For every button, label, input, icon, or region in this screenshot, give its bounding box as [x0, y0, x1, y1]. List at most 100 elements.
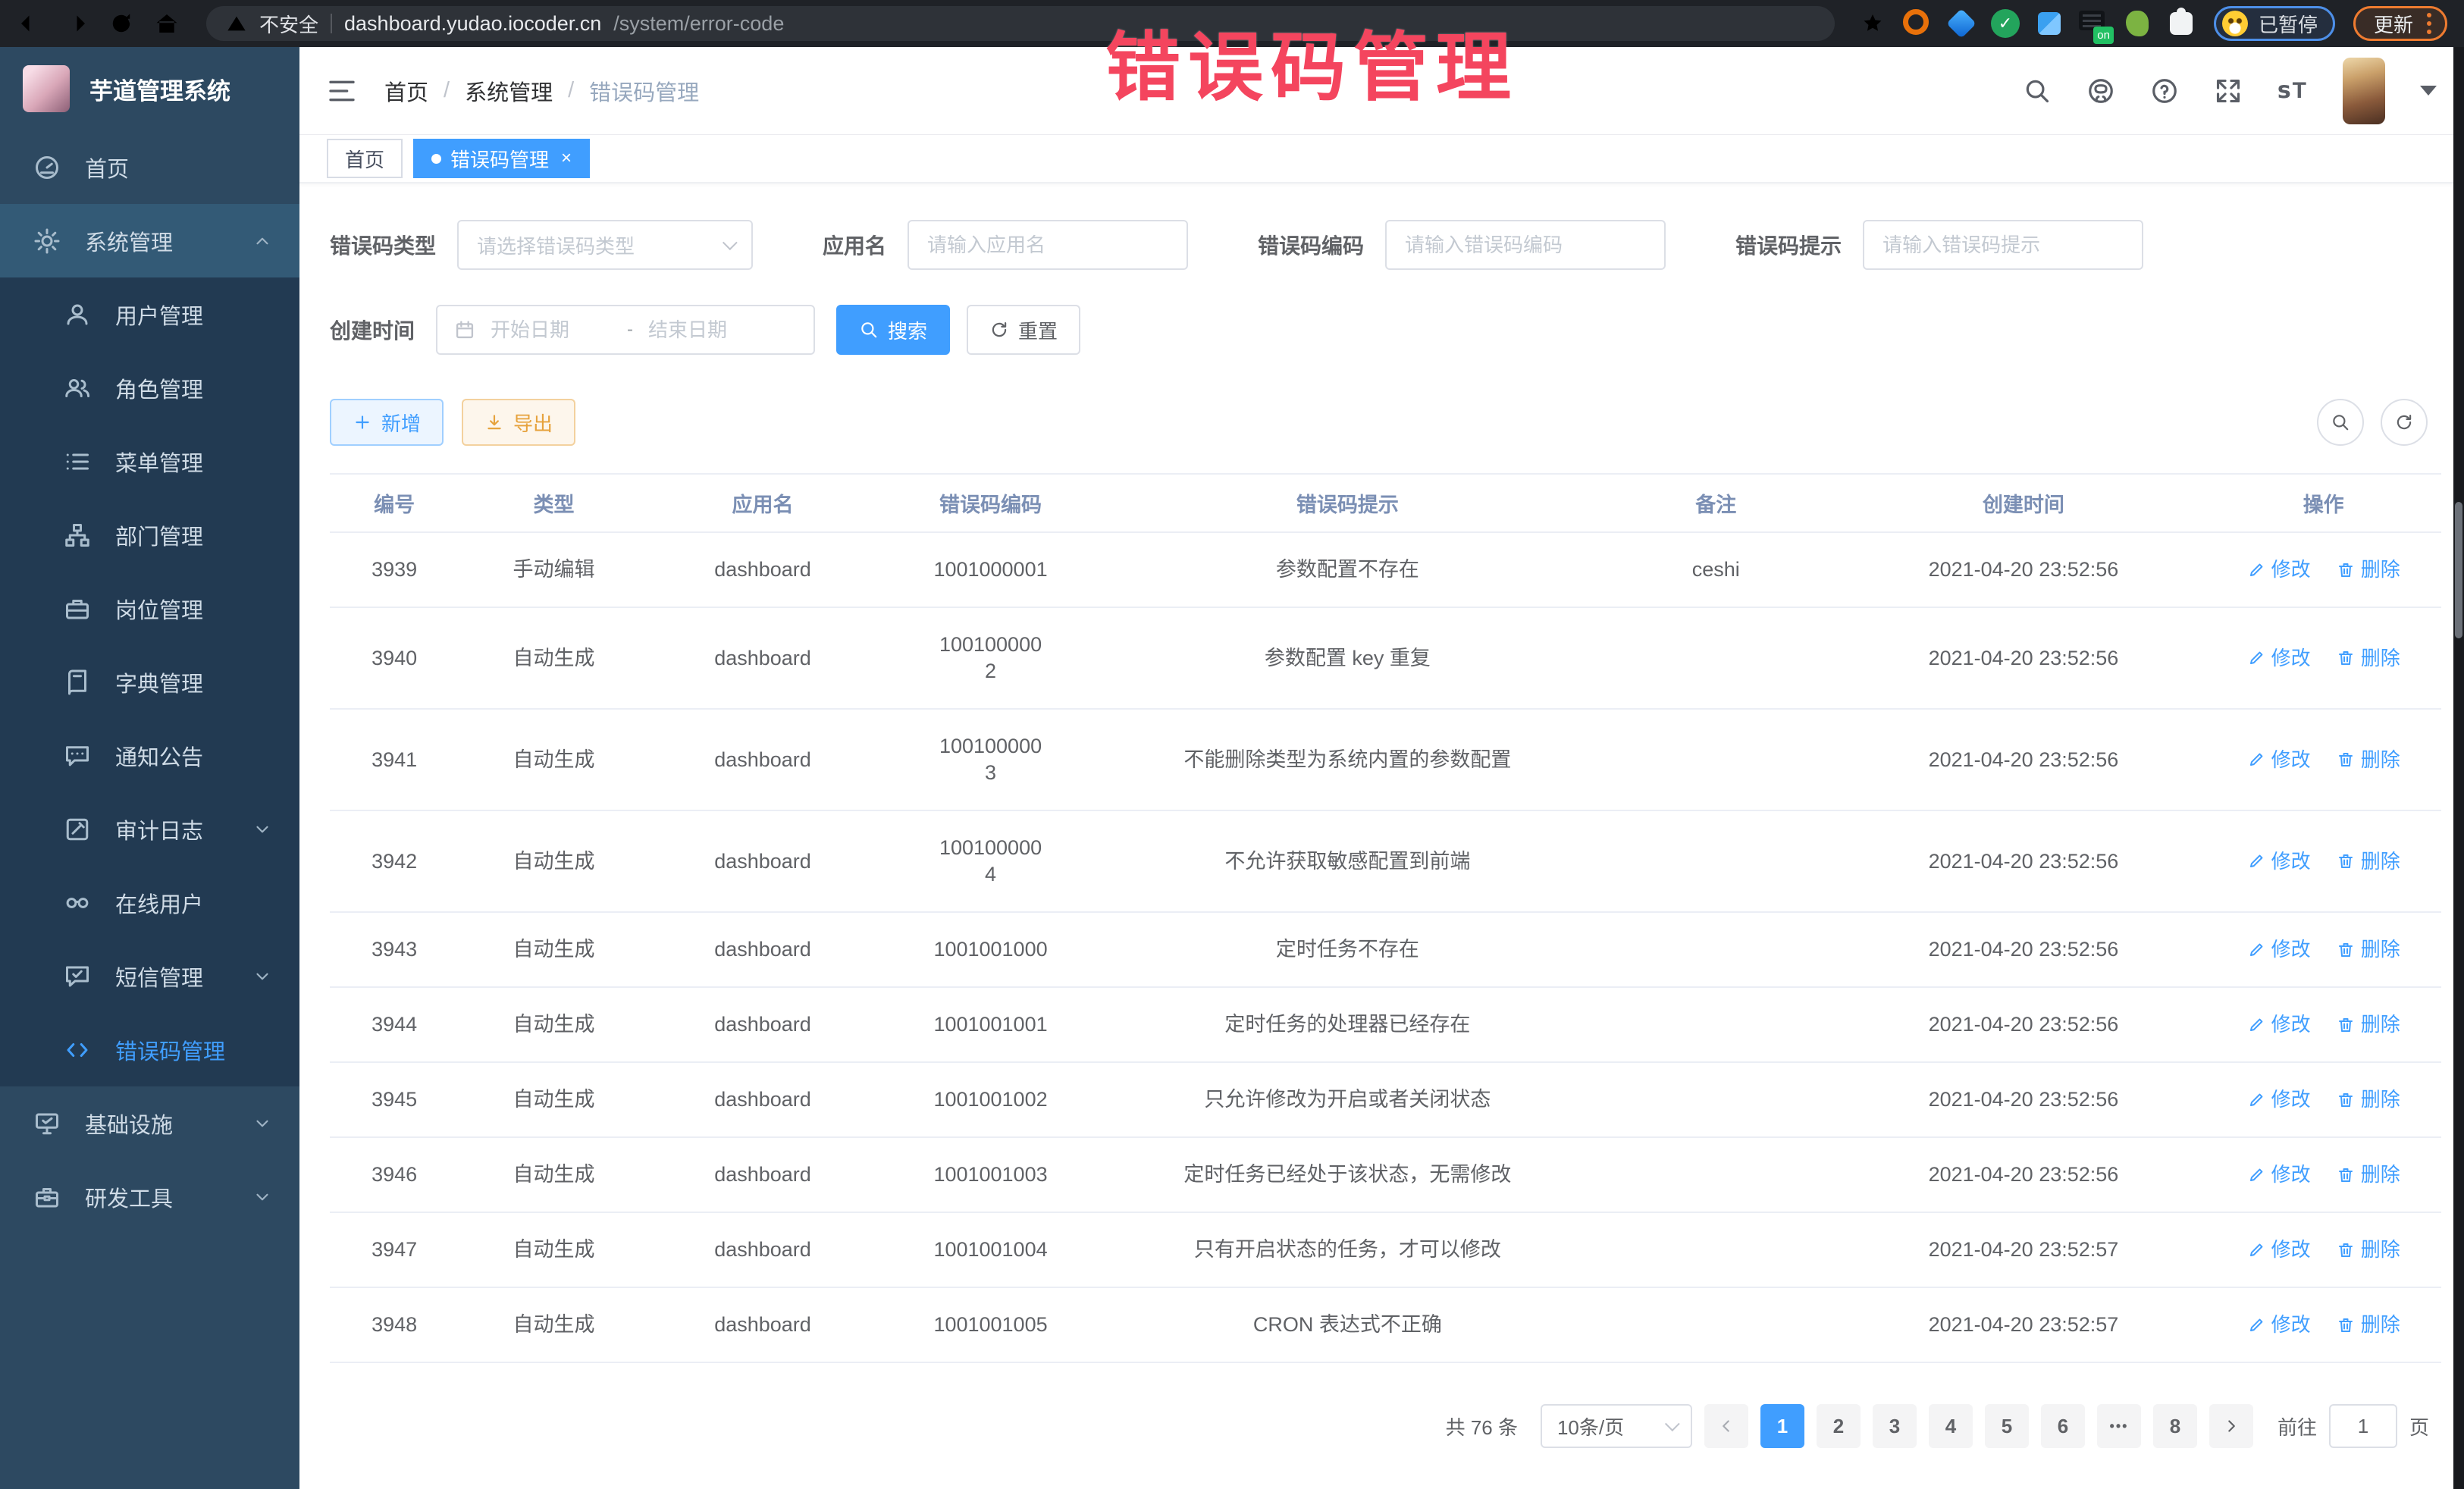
delete-link[interactable]: 删除	[2337, 1237, 2400, 1263]
browser-reload-icon[interactable]	[108, 10, 135, 37]
plus-icon	[353, 412, 372, 432]
page-button-2[interactable]: 2	[1817, 1404, 1861, 1448]
edit-link[interactable]: 修改	[2247, 556, 2311, 583]
hamburger-icon[interactable]	[327, 76, 357, 106]
github-icon[interactable]	[2086, 77, 2115, 105]
page-button-6[interactable]: 6	[2041, 1404, 2085, 1448]
delete-link[interactable]: 删除	[2337, 936, 2400, 963]
delete-link[interactable]: 删除	[2337, 848, 2400, 875]
next-page-button[interactable]	[2209, 1404, 2253, 1448]
reset-button[interactable]: 重置	[967, 305, 1080, 355]
edit-link[interactable]: 修改	[2247, 747, 2311, 773]
header-search-icon[interactable]	[2023, 77, 2052, 105]
sidebar-item-dict[interactable]: 字典管理	[0, 645, 299, 719]
scrollbar-thumb[interactable]	[2455, 502, 2462, 638]
edit-link[interactable]: 修改	[2247, 1237, 2311, 1263]
error-type-select[interactable]: 请选择错误码类型	[457, 220, 753, 270]
add-button[interactable]: 新增	[330, 399, 444, 446]
security-label[interactable]: 不安全	[259, 10, 318, 38]
extension-icon[interactable]	[2123, 9, 2152, 38]
breadcrumb-current: 错误码管理	[589, 75, 699, 107]
browser-back-icon[interactable]	[17, 10, 44, 37]
bookmark-star-icon[interactable]	[1861, 11, 1885, 36]
font-size-icon[interactable]: ꜱT	[2277, 77, 2308, 104]
page-button-3[interactable]: 3	[1873, 1404, 1917, 1448]
refresh-table-button[interactable]	[2381, 399, 2428, 446]
breadcrumb-home[interactable]: 首页	[384, 75, 428, 107]
edit-link[interactable]: 修改	[2247, 645, 2311, 672]
breadcrumb-system[interactable]: 系统管理	[465, 75, 553, 107]
browser-update-button[interactable]: 更新	[2353, 6, 2447, 41]
url-path[interactable]: /system/error-code	[613, 12, 784, 36]
delete-link[interactable]: 删除	[2337, 1086, 2400, 1113]
more-pages-icon[interactable]: •••	[2097, 1404, 2141, 1448]
sidebar-item-audit-log[interactable]: 审计日志	[0, 792, 299, 866]
avatar-dropdown-caret-icon[interactable]	[2420, 86, 2437, 96]
extension-icon[interactable]	[2167, 9, 2196, 38]
url-divider	[331, 14, 332, 33]
edit-link[interactable]: 修改	[2247, 848, 2311, 875]
tab-error-code[interactable]: 错误码管理 ×	[413, 139, 590, 178]
tab-home[interactable]: 首页	[327, 139, 403, 178]
browser-forward-icon[interactable]	[62, 10, 89, 37]
edit-link[interactable]: 修改	[2247, 1011, 2311, 1038]
search-button[interactable]: 搜索	[836, 305, 950, 355]
sidebar-item-notice[interactable]: 通知公告	[0, 719, 299, 792]
sidebar-item-error-code[interactable]: 错误码管理	[0, 1013, 299, 1086]
sidebar-item-online-users[interactable]: 在线用户	[0, 866, 299, 939]
sidebar-item-departments[interactable]: 部门管理	[0, 498, 299, 572]
sidebar-item-menus[interactable]: 菜单管理	[0, 425, 299, 498]
app-name-input[interactable]	[908, 220, 1188, 270]
browser-menu-icon[interactable]	[2427, 13, 2431, 34]
start-date-input[interactable]	[491, 318, 612, 342]
extension-icon[interactable]: on	[2079, 9, 2108, 38]
sidebar-item-sms[interactable]: 短信管理	[0, 939, 299, 1013]
delete-link[interactable]: 删除	[2337, 645, 2400, 672]
help-icon[interactable]	[2150, 77, 2179, 105]
delete-link[interactable]: 删除	[2337, 556, 2400, 583]
url-host[interactable]: dashboard.yudao.iocoder.cn	[344, 12, 601, 36]
extension-icon[interactable]: ✓	[1991, 9, 2020, 38]
sidebar-item-home[interactable]: 首页	[0, 130, 299, 204]
edit-link[interactable]: 修改	[2247, 1312, 2311, 1338]
end-date-input[interactable]	[648, 318, 770, 342]
online-users-icon	[64, 889, 91, 917]
window-scrollbar[interactable]	[2453, 47, 2464, 1489]
delete-link[interactable]: 删除	[2337, 1312, 2400, 1338]
delete-link[interactable]: 删除	[2337, 747, 2400, 773]
extension-icon[interactable]	[2035, 9, 2064, 38]
date-range-picker[interactable]: -	[436, 305, 815, 355]
export-button[interactable]: 导出	[462, 399, 575, 446]
org-tree-icon	[64, 522, 91, 549]
delete-link[interactable]: 删除	[2337, 1011, 2400, 1038]
page-button-1[interactable]: 1	[1760, 1404, 1804, 1448]
sidebar-item-infrastructure[interactable]: 基础设施	[0, 1086, 299, 1160]
page-size-select[interactable]: 10条/页	[1541, 1404, 1692, 1448]
sidebar-item-users[interactable]: 用户管理	[0, 277, 299, 351]
edit-link[interactable]: 修改	[2247, 1086, 2311, 1113]
page-button-5[interactable]: 5	[1985, 1404, 2029, 1448]
delete-link[interactable]: 删除	[2337, 1161, 2400, 1188]
sidebar-item-roles[interactable]: 角色管理	[0, 351, 299, 425]
address-bar[interactable]: 不安全 dashboard.yudao.iocoder.cn/system/er…	[206, 6, 1835, 41]
error-msg-input[interactable]	[1863, 220, 2143, 270]
show-search-toggle-button[interactable]	[2317, 399, 2364, 446]
profile-paused-chip[interactable]: 已暂停	[2214, 6, 2335, 41]
page-button-8[interactable]: 8	[2153, 1404, 2197, 1448]
edit-link[interactable]: 修改	[2247, 1161, 2311, 1188]
edit-link[interactable]: 修改	[2247, 936, 2311, 963]
error-code-input[interactable]	[1385, 220, 1666, 270]
prev-page-button[interactable]	[1704, 1404, 1748, 1448]
sidebar-item-dev-tools[interactable]: 研发工具	[0, 1160, 299, 1234]
browser-home-icon[interactable]	[153, 10, 180, 37]
extension-icon[interactable]	[1903, 9, 1932, 38]
sidebar-item-posts[interactable]: 岗位管理	[0, 572, 299, 645]
goto-page-input[interactable]	[2329, 1404, 2397, 1448]
close-tab-icon[interactable]: ×	[561, 148, 572, 169]
sidebar-item-system[interactable]: 系统管理	[0, 204, 299, 277]
page-button-4[interactable]: 4	[1929, 1404, 1973, 1448]
extension-icon[interactable]	[1947, 9, 1976, 38]
chevron-down-icon	[252, 967, 272, 986]
user-avatar[interactable]	[2343, 58, 2385, 124]
fullscreen-icon[interactable]	[2214, 77, 2243, 105]
